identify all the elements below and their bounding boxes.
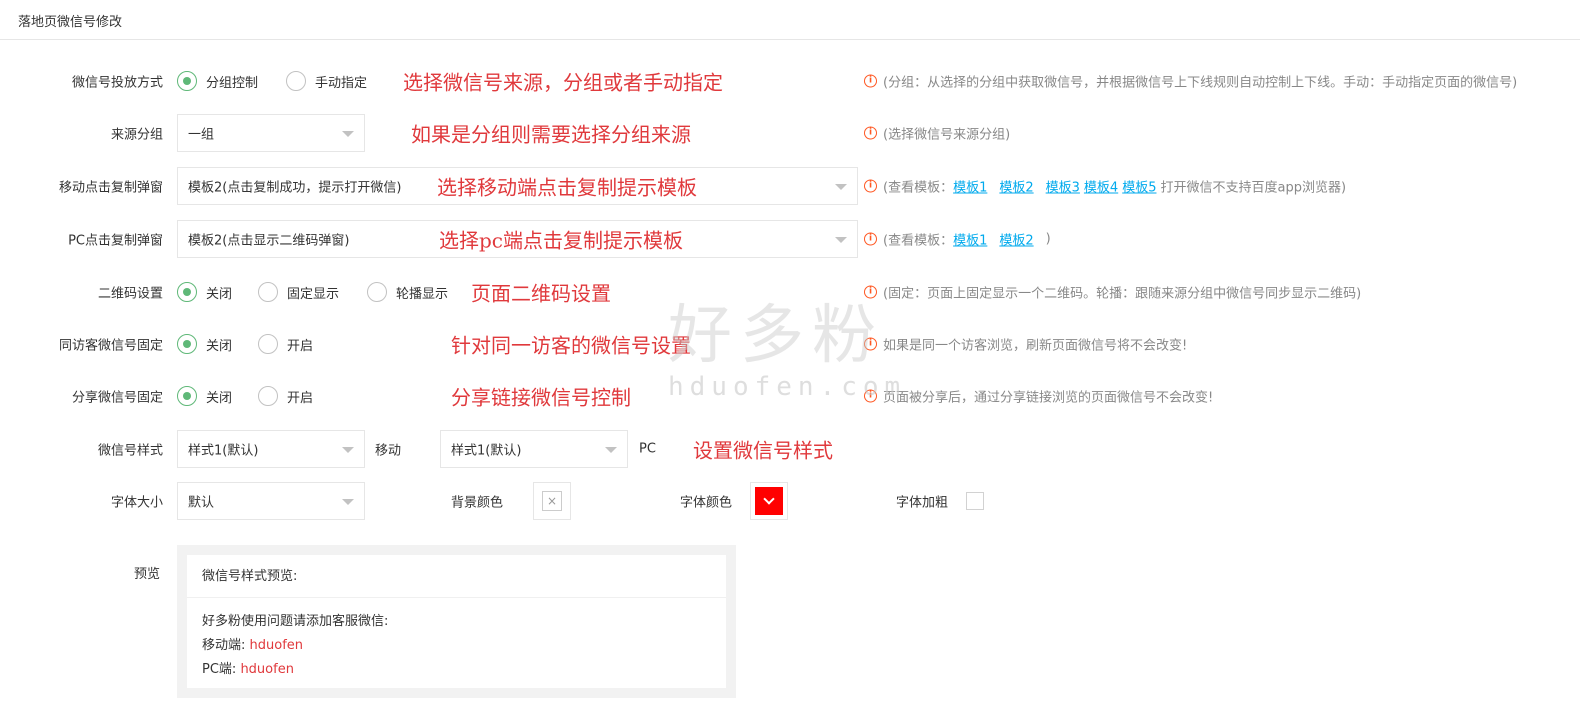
template-link-4[interactable]: 模板4	[1084, 177, 1118, 196]
mobile-popup-row: 移动点击复制弹窗 模板2(点击复制成功，提示打开微信) 选择移动端点击复制提示模…	[0, 166, 1580, 206]
same-visitor-tip: i 如果是同一个访客浏览，刷新页面微信号将不会改变!	[864, 335, 1187, 354]
annotation-release-mode: 选择微信号来源，分组或者手动指定	[403, 70, 723, 95]
radio-unchecked-icon	[286, 71, 306, 91]
font-color-picker[interactable]	[750, 482, 788, 520]
info-icon: i	[864, 232, 877, 246]
info-icon: i	[864, 126, 877, 140]
info-icon: i	[864, 285, 877, 299]
template-link-1[interactable]: 模板1	[953, 177, 987, 196]
close-icon: ×	[542, 491, 562, 511]
page-header: 落地页微信号修改	[0, 0, 1580, 40]
release-mode-row: 微信号投放方式 分组控制 手动指定 选择微信号来源，分组或者手动指定 i (分组…	[0, 61, 1580, 101]
info-icon: i	[864, 179, 877, 193]
chevron-down-icon	[342, 447, 354, 453]
radio-group-control[interactable]: 分组控制	[177, 71, 258, 91]
qrcode-label: 二维码设置	[97, 286, 163, 302]
radio-unchecked-icon	[258, 334, 278, 354]
pc-template-link-2[interactable]: 模板2	[999, 230, 1033, 249]
style-label: 微信号样式	[97, 443, 163, 459]
pc-template-link-1[interactable]: 模板1	[953, 230, 987, 249]
radio-share-off[interactable]: 关闭	[177, 386, 232, 406]
radio-checked-icon	[177, 282, 197, 302]
preview-mobile-wechat: hduofen	[249, 638, 304, 653]
preview-label: 预览	[134, 567, 161, 582]
font-size-select[interactable]: 默认	[177, 482, 365, 520]
annotation-pc-popup: 选择pc端点击复制提示模板	[439, 228, 684, 253]
mobile-style-select[interactable]: 样式1(默认)	[177, 430, 365, 468]
source-group-select[interactable]: 一组	[177, 114, 365, 152]
font-size-label: 字体大小	[110, 495, 163, 511]
radio-checked-icon	[177, 334, 197, 354]
info-icon: i	[864, 389, 877, 403]
chevron-down-icon	[605, 447, 617, 453]
preview-line: 好多粉使用问题请添加客服微信:	[202, 614, 389, 629]
chevron-down-icon	[835, 184, 847, 190]
share-fixed-tip: i 页面被分享后，通过分享链接浏览的页面微信号不会改变!	[864, 387, 1213, 406]
preview-heading: 微信号样式预览:	[187, 555, 726, 598]
pc-style-select[interactable]: 样式1(默认)	[440, 430, 628, 468]
source-group-row: 来源分组 一组 如果是分组则需要选择分组来源 i (选择微信号来源分组)	[0, 113, 1580, 153]
radio-qrcode-fixed[interactable]: 固定显示	[258, 282, 339, 302]
share-fixed-row: 分享微信号固定 关闭 开启 分享链接微信号控制 i 页面被分享后，通过分享链接浏…	[0, 376, 1580, 416]
info-icon: i	[864, 74, 877, 88]
annotation-source-group: 如果是分组则需要选择分组来源	[411, 122, 691, 147]
font-bold-label: 字体加粗	[896, 495, 949, 511]
pc-style-label: PC	[639, 441, 656, 457]
annotation-share-fixed: 分享链接微信号控制	[451, 385, 631, 410]
same-visitor-row: 同访客微信号固定 关闭 开启 针对同一访客的微信号设置 i 如果是同一个访客浏览…	[0, 324, 1580, 364]
annotation-same-visitor: 针对同一访客的微信号设置	[451, 333, 691, 358]
radio-same-visitor-off[interactable]: 关闭	[177, 334, 232, 354]
pc-popup-row: PC点击复制弹窗 模板2(点击显示二维码弹窗) 选择pc端点击复制提示模板 i …	[0, 219, 1580, 259]
radio-unchecked-icon	[258, 386, 278, 406]
template-link-5[interactable]: 模板5	[1122, 177, 1156, 196]
annotation-qrcode: 页面二维码设置	[471, 281, 611, 306]
qrcode-row: 二维码设置 关闭 固定显示 轮播显示 页面二维码设置 i (固定：页面上固定显示…	[0, 272, 1580, 312]
chevron-down-icon	[342, 131, 354, 137]
pc-popup-label: PC点击复制弹窗	[68, 233, 163, 249]
font-row: 字体大小 默认 背景颜色 × 字体颜色 字体加粗	[0, 481, 1580, 521]
preview-pc-line: PC端: hduofen	[202, 662, 294, 677]
bg-color-label: 背景颜色	[451, 495, 504, 511]
mobile-popup-tip: i (查看模板： 模板1 模板2 模板3 模板4 模板5 打开微信不支持百度ap…	[864, 177, 1346, 196]
radio-qrcode-carousel[interactable]: 轮播显示	[367, 282, 448, 302]
bg-color-picker[interactable]: ×	[533, 482, 571, 520]
preview-body: 好多粉使用问题请添加客服微信: 移动端: hduofen PC端: hduofe…	[187, 598, 726, 694]
radio-checked-icon	[177, 386, 197, 406]
radio-unchecked-icon	[367, 282, 387, 302]
radio-same-visitor-on[interactable]: 开启	[258, 334, 313, 354]
font-bold-checkbox[interactable]	[966, 492, 984, 510]
qrcode-tip: i (固定：页面上固定显示一个二维码。轮播：跟随来源分组中微信号同步显示二维码)	[864, 283, 1361, 302]
info-icon: i	[864, 337, 877, 351]
pc-popup-tip: i (查看模板： 模板1 模板2 )	[864, 230, 1051, 249]
share-fixed-label: 分享微信号固定	[71, 390, 163, 406]
radio-manual[interactable]: 手动指定	[286, 71, 367, 91]
style-row: 微信号样式 样式1(默认) 移动 样式1(默认) PC 设置微信号样式	[0, 429, 1580, 469]
chevron-down-icon	[342, 499, 354, 505]
radio-checked-icon	[177, 71, 197, 91]
radio-qrcode-off[interactable]: 关闭	[177, 282, 232, 302]
same-visitor-label: 同访客微信号固定	[58, 338, 163, 354]
annotation-mobile-popup: 选择移动端点击复制提示模板	[437, 175, 697, 200]
release-mode-label: 微信号投放方式	[71, 75, 163, 91]
radio-share-on[interactable]: 开启	[258, 386, 313, 406]
release-mode-tip: i (分组：从选择的分组中获取微信号，并根据微信号上下线规则自动控制上下线。手动…	[864, 72, 1517, 91]
preview-card: 微信号样式预览: 好多粉使用问题请添加客服微信: 移动端: hduofen PC…	[187, 555, 726, 688]
radio-unchecked-icon	[258, 282, 278, 302]
template-link-2[interactable]: 模板2	[999, 177, 1033, 196]
annotation-style: 设置微信号样式	[693, 438, 833, 463]
source-group-label: 来源分组	[110, 127, 163, 143]
source-group-tip: i (选择微信号来源分组)	[864, 124, 1010, 143]
mobile-style-label: 移动	[375, 443, 402, 459]
preview-panel: 微信号样式预览: 好多粉使用问题请添加客服微信: 移动端: hduofen PC…	[177, 545, 736, 698]
chevron-down-icon	[755, 487, 783, 515]
preview-mobile-line: 移动端: hduofen	[202, 638, 304, 653]
template-link-3[interactable]: 模板3	[1046, 177, 1080, 196]
mobile-popup-label: 移动点击复制弹窗	[58, 180, 163, 196]
preview-pc-wechat: hduofen	[240, 662, 294, 677]
font-color-label: 字体颜色	[680, 495, 733, 511]
chevron-down-icon	[835, 237, 847, 243]
page-title: 落地页微信号修改	[18, 15, 123, 30]
